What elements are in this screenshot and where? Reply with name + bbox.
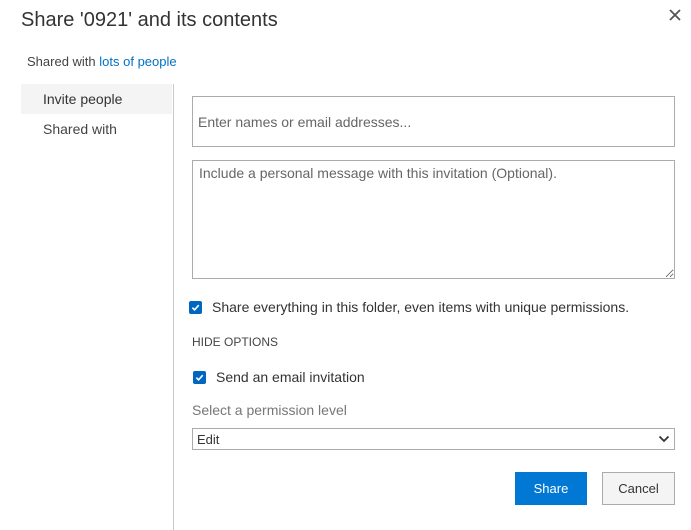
- nav-item-shared-with[interactable]: Shared with: [21, 114, 172, 144]
- share-everything-checkbox[interactable]: [189, 300, 202, 314]
- checkmark-icon: [191, 304, 200, 311]
- lots-of-people-link[interactable]: lots of people: [99, 54, 176, 69]
- share-everything-option: Share everything in this folder, even it…: [189, 299, 629, 315]
- nav-item-invite-people[interactable]: Invite people: [21, 84, 172, 114]
- close-icon: [669, 9, 681, 21]
- nav-divider: [173, 84, 174, 530]
- share-everything-label: Share everything in this folder, even it…: [212, 299, 630, 315]
- dialog-title: Share '0921' and its contents: [21, 9, 278, 31]
- names-input[interactable]: [192, 96, 675, 147]
- cancel-button[interactable]: Cancel: [602, 472, 675, 505]
- permission-level-label: Select a permission level: [192, 402, 347, 418]
- shared-with-summary: Shared with lots of people: [27, 54, 177, 69]
- permission-level-select[interactable]: Edit: [192, 428, 675, 450]
- checkmark-icon: [195, 374, 204, 381]
- send-email-label: Send an email invitation: [216, 369, 365, 385]
- personal-message-input[interactable]: [192, 160, 675, 279]
- share-button[interactable]: Share: [515, 472, 587, 505]
- send-email-option: Send an email invitation: [193, 369, 365, 385]
- send-email-checkbox[interactable]: [193, 370, 206, 384]
- side-nav: Invite people Shared with: [21, 84, 172, 144]
- chevron-down-icon: [658, 435, 670, 443]
- permission-level-value: Edit: [197, 431, 220, 447]
- close-button[interactable]: [664, 4, 686, 26]
- shared-with-prefix: Shared with: [27, 54, 96, 69]
- hide-options-link[interactable]: HIDE OPTIONS: [192, 335, 278, 349]
